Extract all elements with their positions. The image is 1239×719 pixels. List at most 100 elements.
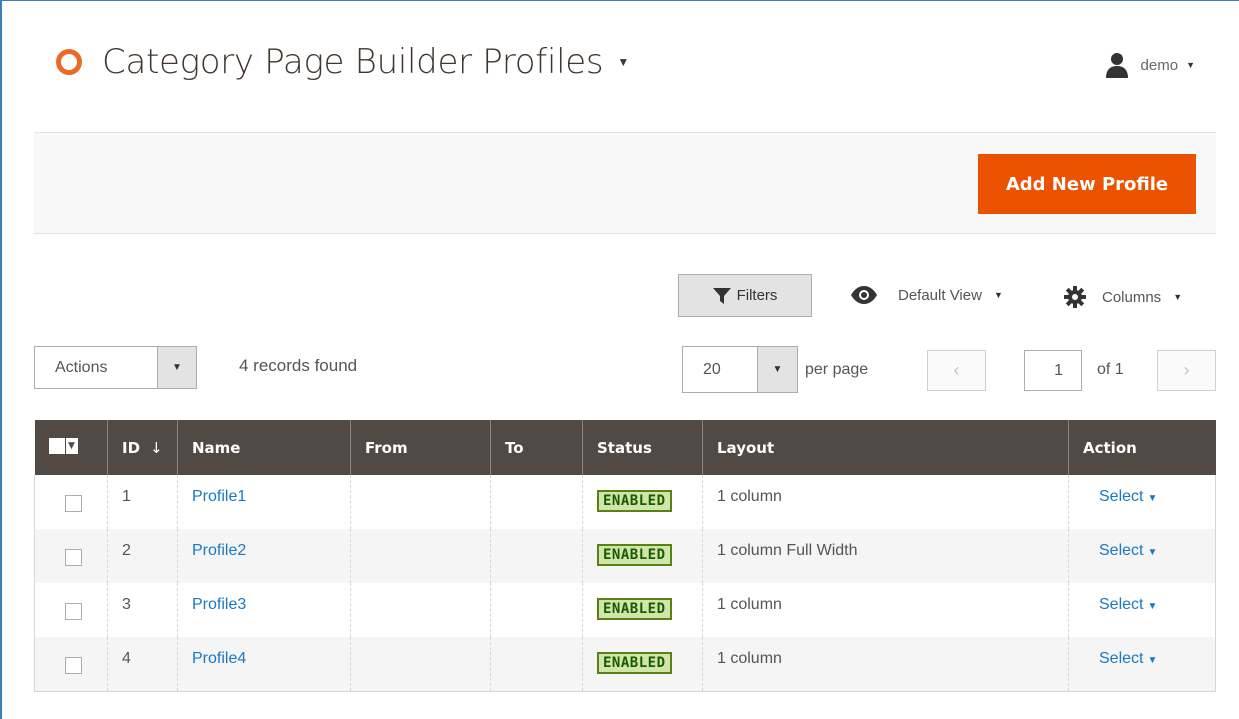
mass-select-checkbox[interactable]: ▼ bbox=[48, 437, 78, 454]
cell-layout: 1 column bbox=[702, 637, 1069, 691]
previous-page-button[interactable]: ‹ bbox=[927, 350, 986, 391]
columns-label: Columns bbox=[1102, 288, 1162, 306]
user-icon bbox=[1105, 53, 1128, 78]
cell-to bbox=[490, 583, 583, 637]
cell-action: Select ▼ bbox=[1068, 529, 1216, 583]
chevron-down-icon: ▼ bbox=[1147, 601, 1158, 612]
chevron-down-icon: ▼ bbox=[993, 290, 1003, 300]
column-header-to[interactable]: To bbox=[490, 420, 583, 475]
grid-toolbar-top: Filters Default View ▼ Columns ▼ bbox=[0, 274, 1239, 318]
page-actions-bar: Add New Profile bbox=[34, 132, 1216, 234]
records-found-text: 4 records found bbox=[239, 356, 358, 375]
cell-action: Select ▼ bbox=[1068, 475, 1216, 529]
column-header-name[interactable]: Name bbox=[177, 420, 351, 475]
grid-header-row: ▼ ID ↓ Name From To Status Layout Action bbox=[34, 420, 1216, 475]
cell-id: 3 bbox=[107, 583, 178, 637]
mass-select-box[interactable] bbox=[48, 437, 65, 454]
cell-id: 4 bbox=[107, 637, 178, 691]
cell-action: Select ▼ bbox=[1068, 583, 1216, 637]
profile-link[interactable]: Profile2 bbox=[192, 542, 246, 559]
row-action-select[interactable]: Select ▼ bbox=[1083, 488, 1157, 505]
current-page-input[interactable]: 1 bbox=[1024, 350, 1082, 391]
row-action-select[interactable]: Select ▼ bbox=[1083, 542, 1157, 559]
cell-id: 2 bbox=[107, 529, 178, 583]
column-header-from[interactable]: From bbox=[350, 420, 491, 475]
column-header-action: Action bbox=[1068, 420, 1216, 475]
row-action-select[interactable]: Select ▼ bbox=[1083, 596, 1157, 613]
next-page-button[interactable]: › bbox=[1157, 350, 1216, 391]
page-header: Category Page Builder Profiles ▼ demo ▼ bbox=[0, 0, 1239, 132]
cell-name: Profile1 bbox=[177, 475, 351, 529]
per-page-value: 20 bbox=[703, 361, 721, 378]
mass-select-header[interactable]: ▼ bbox=[34, 420, 108, 475]
user-menu[interactable]: demo ▼ bbox=[1105, 52, 1195, 78]
cell-name: Profile2 bbox=[177, 529, 351, 583]
profile-link[interactable]: Profile1 bbox=[192, 488, 246, 505]
default-view-label: Default View bbox=[898, 286, 982, 304]
user-name: demo bbox=[1140, 56, 1179, 74]
chevron-down-icon: ▼ bbox=[1173, 292, 1183, 302]
cell-name: Profile4 bbox=[177, 637, 351, 691]
cell-name: Profile3 bbox=[177, 583, 351, 637]
table-row: 1 Profile1 ENABLED 1 column Select ▼ bbox=[34, 475, 1216, 529]
column-header-layout[interactable]: Layout bbox=[702, 420, 1069, 475]
cell-layout: 1 column bbox=[702, 475, 1069, 529]
cell-from bbox=[350, 637, 491, 691]
chevron-down-icon[interactable]: ▼ bbox=[157, 347, 196, 388]
row-select-cell bbox=[34, 583, 108, 637]
per-page-select[interactable]: 20 ▼ bbox=[682, 346, 798, 393]
status-badge: ENABLED bbox=[597, 490, 672, 512]
column-header-id[interactable]: ID ↓ bbox=[107, 420, 178, 475]
mass-actions-dropdown[interactable]: Actions ▼ bbox=[34, 346, 197, 389]
row-select-cell bbox=[34, 475, 108, 529]
columns-dropdown[interactable]: Columns ▼ bbox=[1064, 286, 1182, 308]
profile-link[interactable]: Profile4 bbox=[192, 650, 246, 667]
cell-to bbox=[490, 637, 583, 691]
sort-arrow-icon: ↓ bbox=[150, 438, 163, 457]
per-page-label: per page bbox=[805, 361, 869, 378]
cell-id: 1 bbox=[107, 475, 178, 529]
status-badge: ENABLED bbox=[597, 652, 672, 674]
row-checkbox[interactable] bbox=[65, 495, 82, 512]
chevron-down-icon[interactable]: ▼ bbox=[757, 347, 797, 392]
column-header-status[interactable]: Status bbox=[582, 420, 703, 475]
chevron-down-icon: ▼ bbox=[1186, 60, 1195, 70]
status-badge: ENABLED bbox=[597, 544, 672, 566]
cell-from bbox=[350, 475, 491, 529]
row-checkbox[interactable] bbox=[65, 549, 82, 566]
cell-status: ENABLED bbox=[582, 583, 703, 637]
cell-status: ENABLED bbox=[582, 475, 703, 529]
row-checkbox[interactable] bbox=[65, 657, 82, 674]
add-new-profile-button[interactable]: Add New Profile bbox=[978, 154, 1196, 214]
filters-button[interactable]: Filters bbox=[678, 274, 812, 317]
filter-icon bbox=[712, 287, 731, 304]
profiles-grid: ▼ ID ↓ Name From To Status Layout Action … bbox=[34, 420, 1216, 692]
table-row: 3 Profile3 ENABLED 1 column Select ▼ bbox=[34, 583, 1216, 637]
page-total-text: of 1 bbox=[1097, 361, 1124, 378]
status-badge: ENABLED bbox=[597, 598, 672, 620]
table-row: 2 Profile2 ENABLED 1 column Full Width S… bbox=[34, 529, 1216, 583]
eye-icon bbox=[851, 286, 877, 304]
cell-from bbox=[350, 583, 491, 637]
mass-actions-label: Actions bbox=[55, 359, 108, 376]
table-row: 4 Profile4 ENABLED 1 column Select ▼ bbox=[34, 637, 1216, 691]
page-title-text: Category Page Builder Profiles bbox=[102, 42, 604, 82]
row-action-select[interactable]: Select ▼ bbox=[1083, 650, 1157, 667]
filters-label: Filters bbox=[736, 287, 778, 304]
row-checkbox[interactable] bbox=[65, 603, 82, 620]
cell-layout: 1 column bbox=[702, 583, 1069, 637]
grid-toolbar-bottom: Actions ▼ 4 records found 20 ▼ per page … bbox=[0, 346, 1239, 394]
chevron-down-icon[interactable]: ▼ bbox=[65, 437, 78, 454]
chevron-down-icon: ▼ bbox=[1147, 655, 1158, 666]
cell-status: ENABLED bbox=[582, 637, 703, 691]
cell-from bbox=[350, 529, 491, 583]
cell-action: Select ▼ bbox=[1068, 637, 1216, 691]
chevron-down-icon: ▼ bbox=[1147, 547, 1158, 558]
row-select-cell bbox=[34, 529, 108, 583]
page-title[interactable]: Category Page Builder Profiles ▼ bbox=[56, 42, 629, 82]
default-view-dropdown[interactable]: Default View ▼ bbox=[850, 286, 1003, 304]
chevron-down-icon[interactable]: ▼ bbox=[617, 55, 629, 69]
gear-icon bbox=[1064, 286, 1086, 308]
cell-layout: 1 column Full Width bbox=[702, 529, 1069, 583]
profile-link[interactable]: Profile3 bbox=[192, 596, 246, 613]
